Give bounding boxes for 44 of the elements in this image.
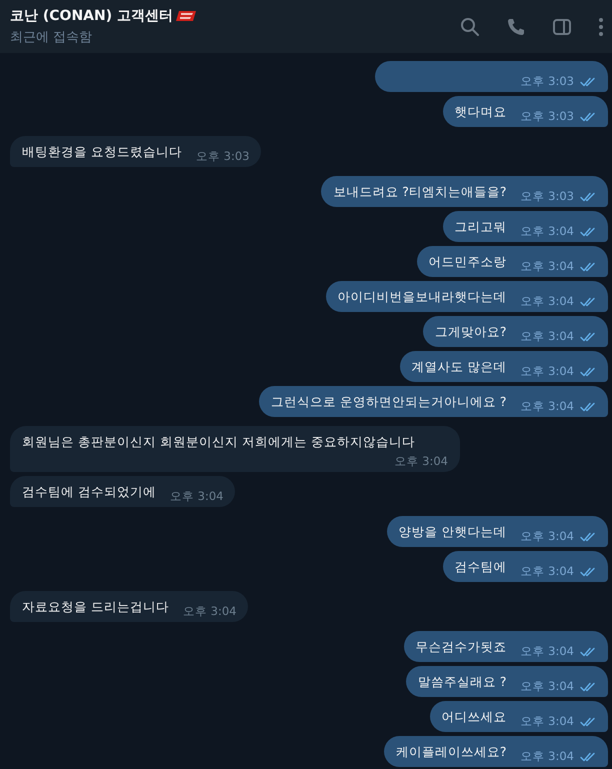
message-time: 오후 3:04 bbox=[394, 454, 448, 469]
message-time: 오후 3:04 bbox=[520, 714, 574, 729]
message-text: 양방을 안햇다는데 bbox=[398, 523, 507, 541]
emoji-icon bbox=[175, 10, 197, 22]
message-text: 케이플레이쓰세요? bbox=[396, 743, 507, 761]
message-text: 아이디비번을보내라햇다는데 bbox=[338, 288, 507, 306]
message-time: 오후 3:04 bbox=[520, 399, 574, 414]
message-time: 오후 3:04 bbox=[520, 749, 574, 764]
phone-icon[interactable] bbox=[506, 16, 526, 36]
search-icon[interactable] bbox=[460, 16, 480, 36]
message-time: 오후 3:04 bbox=[182, 604, 236, 619]
message-text: 자료요청을 드리는겁니다 bbox=[22, 598, 169, 616]
message-time: 오후 3:04 bbox=[520, 329, 574, 344]
message-text: 말씀주실래요 ? bbox=[418, 673, 507, 691]
message-text: 햇다며요 bbox=[454, 103, 507, 121]
message-time: 오후 3:03 bbox=[520, 189, 574, 204]
message-text: 무슨검수가됫죠 bbox=[416, 638, 507, 656]
message-time: 오후 3:03 bbox=[520, 74, 574, 89]
message-time: 오후 3:04 bbox=[520, 564, 574, 579]
message-time: 오후 3:04 bbox=[520, 529, 574, 544]
message-text: 어디쓰세요 bbox=[442, 708, 507, 726]
chat-title: 코난 (CONAN) 고객센터 bbox=[10, 7, 173, 25]
message-text: 검수팀에 bbox=[454, 558, 507, 576]
more-icon[interactable] bbox=[598, 16, 604, 36]
message-time: 오후 3:04 bbox=[520, 679, 574, 694]
message-text: 그런식으로 운영하면안되는거아니에요 ? bbox=[270, 393, 507, 411]
message-text: 계열사도 많은데 bbox=[412, 358, 507, 376]
message-time: 오후 3:04 bbox=[520, 259, 574, 274]
message-time: 오후 3:04 bbox=[520, 644, 574, 659]
sidebar-icon[interactable] bbox=[552, 18, 572, 36]
message-text: 그게맞아요? bbox=[434, 323, 507, 341]
message-time: 오후 3:04 bbox=[520, 224, 574, 239]
message-text: 어드민주소랑 bbox=[428, 253, 507, 271]
message-time: 오후 3:03 bbox=[520, 109, 574, 124]
message-text: 보내드려요 ?티엠치는애들을? bbox=[333, 183, 507, 201]
message-text: 검수팀에 검수되었기에 bbox=[22, 483, 156, 501]
message-text: 배팅환경을 요청드렸습니다 bbox=[22, 143, 182, 161]
last-seen-status: 최근에 접속함 bbox=[10, 29, 94, 46]
message-time: 오후 3:03 bbox=[196, 149, 250, 164]
message-time: 오후 3:04 bbox=[520, 364, 574, 379]
message-text: 회원님은 총판분이신지 회원분이신지 저희에게는 중요하지않습니다 bbox=[22, 433, 415, 451]
message-text: 그리고뭐 bbox=[454, 218, 507, 236]
message-time: 오후 3:04 bbox=[170, 489, 224, 504]
message-time: 오후 3:04 bbox=[520, 294, 574, 309]
